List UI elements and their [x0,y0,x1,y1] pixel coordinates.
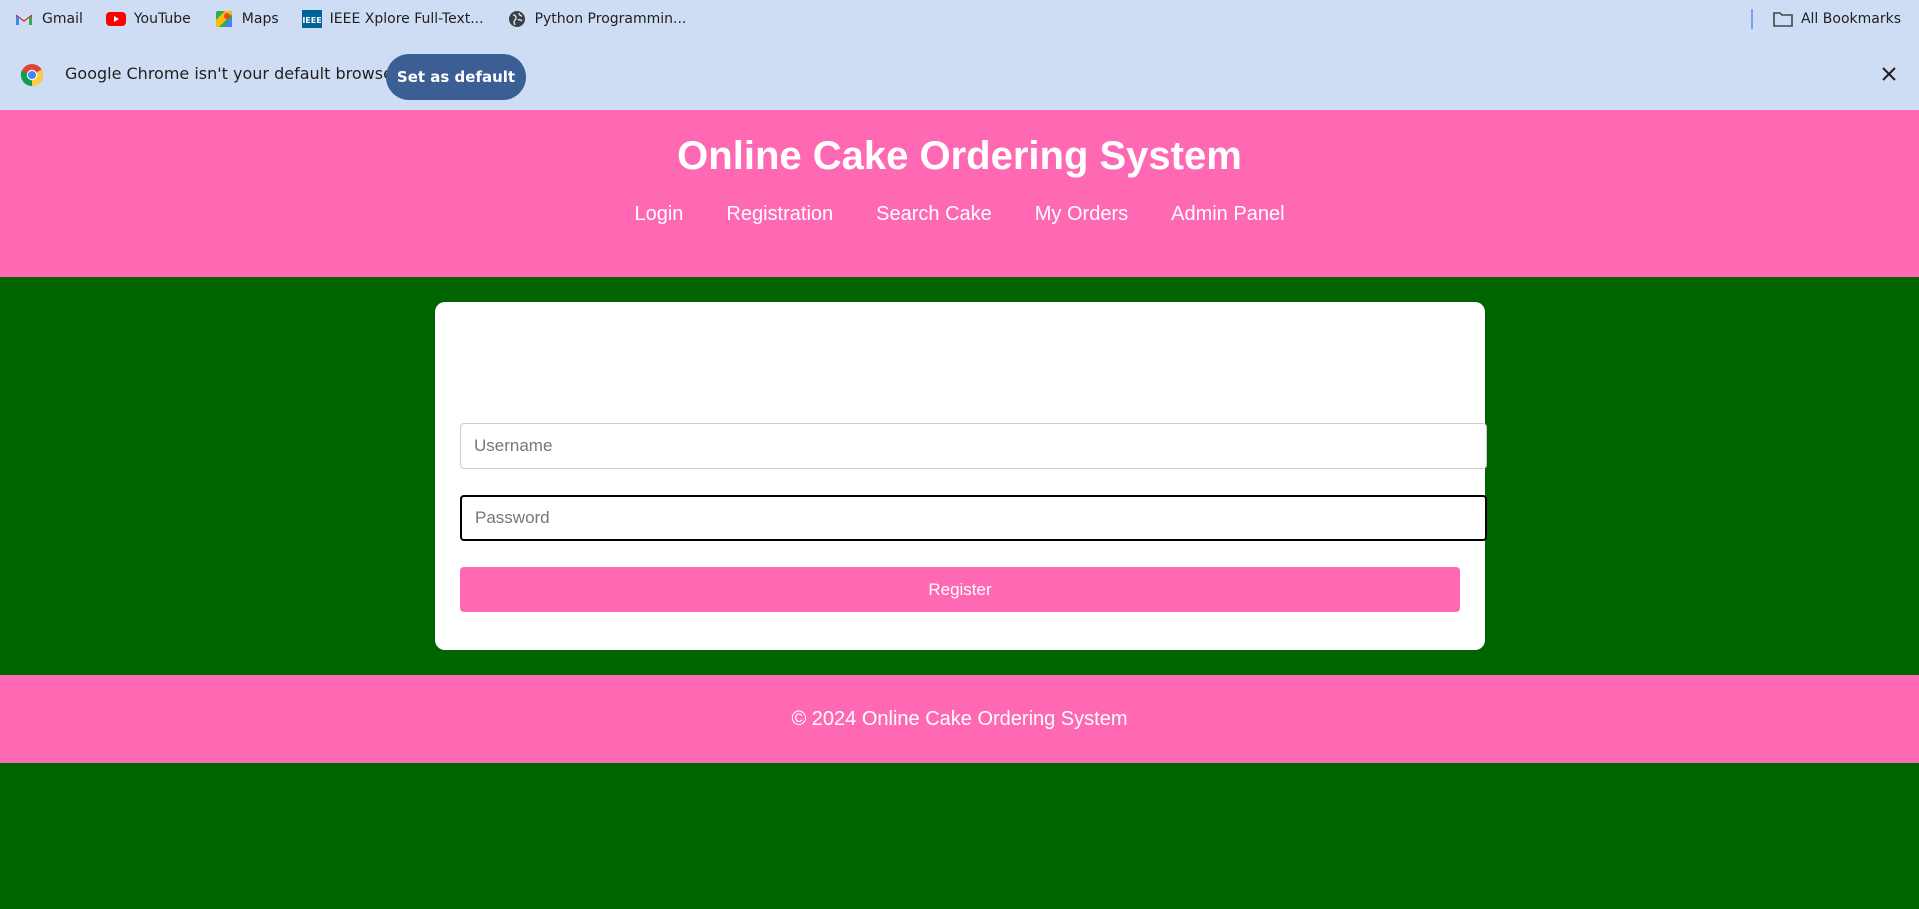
page-title: Online Cake Ordering System [677,134,1242,178]
globe-icon [507,10,527,28]
default-browser-infobar: Google Chrome isn't your default browser… [0,37,1919,110]
chrome-logo-icon [20,63,44,87]
password-input[interactable] [460,495,1487,541]
nav-registration[interactable]: Registration [726,203,833,226]
site-header: Online Cake Ordering System Login Regist… [0,110,1919,277]
main-nav: Login Registration Search Cake My Orders… [0,203,1919,226]
registration-card: Register [435,302,1487,650]
bookmark-ieee[interactable]: IEEE IEEE Xplore Full-Text... [288,5,493,33]
set-as-default-button[interactable]: Set as default [386,54,526,100]
youtube-icon [105,10,126,28]
gmail-icon [14,10,34,28]
bookmark-label: YouTube [133,10,191,27]
bookmark-gmail[interactable]: Gmail [0,5,92,33]
bookmark-label: IEEE Xplore Full-Text... [329,10,484,27]
folder-icon [1773,10,1793,28]
nav-admin-panel[interactable]: Admin Panel [1171,203,1284,226]
all-bookmarks-area: All Bookmarks [1750,0,1901,37]
footer-copyright: © 2024 Online Cake Ordering System [791,707,1128,730]
bookmark-label: Maps [241,10,279,27]
nav-login[interactable]: Login [634,203,683,226]
bookmark-youtube[interactable]: YouTube [92,5,200,33]
bookmarks-bar: Gmail YouTube Maps IEEE IEEE Xplore Full… [0,0,1919,37]
bookmark-label: Gmail [42,10,83,27]
close-icon[interactable] [1879,64,1899,84]
nav-search-cake[interactable]: Search Cake [876,203,992,226]
ieee-icon: IEEE [301,9,322,28]
infobar-message: Google Chrome isn't your default browser [65,64,400,83]
all-bookmarks-label: All Bookmarks [1800,10,1901,27]
svg-text:IEEE: IEEE [302,16,321,25]
bookmarks-divider [1750,8,1753,29]
bookmark-maps[interactable]: Maps [200,5,288,33]
bookmark-python[interactable]: Python Programmin... [493,5,696,33]
maps-icon [214,10,234,28]
all-bookmarks-button[interactable]: All Bookmarks [1773,5,1901,33]
nav-my-orders[interactable]: My Orders [1035,203,1128,226]
bookmark-label: Python Programmin... [534,10,687,27]
register-button[interactable]: Register [460,567,1460,612]
site-footer: © 2024 Online Cake Ordering System [0,675,1919,763]
username-input[interactable] [460,423,1487,469]
